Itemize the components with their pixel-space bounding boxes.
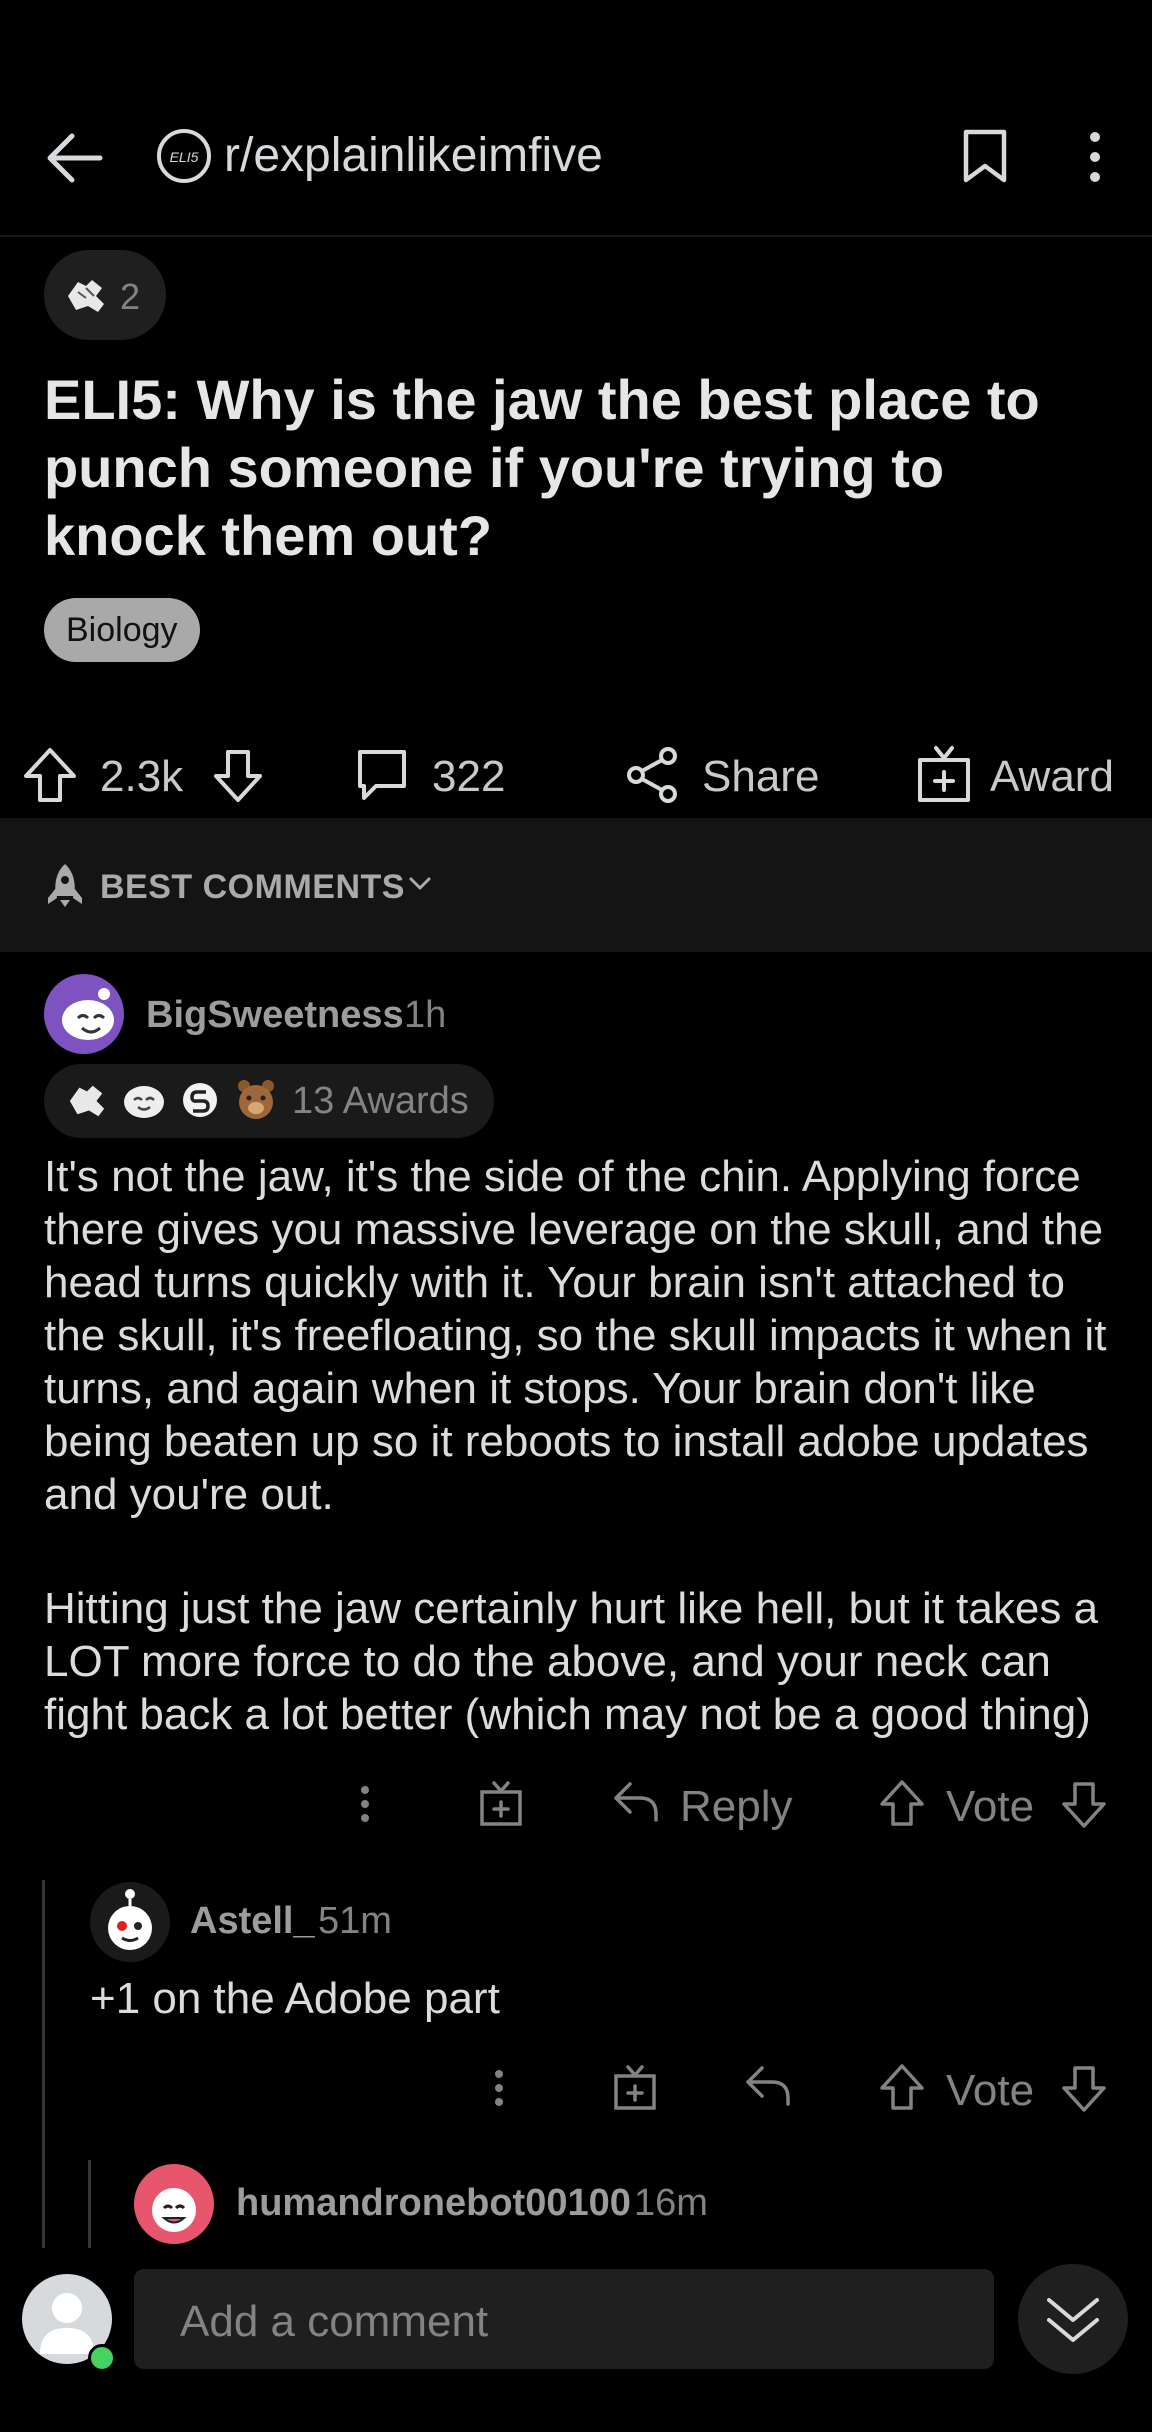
- downvote-icon[interactable]: [1060, 1780, 1108, 1830]
- avatar[interactable]: [90, 1882, 170, 1962]
- more-options-icon[interactable]: [484, 2068, 514, 2108]
- post-flair[interactable]: Biology: [44, 598, 200, 662]
- back-arrow-icon[interactable]: [44, 128, 104, 188]
- post-actions: 2.3k 322 Share Award: [0, 730, 1152, 820]
- comment-paragraph: It's not the jaw, it's the side of the c…: [44, 1152, 1107, 1519]
- upvote-icon[interactable]: [878, 2062, 926, 2112]
- bookmark-icon[interactable]: [962, 128, 1008, 184]
- jump-to-next-button[interactable]: [1018, 2264, 1128, 2374]
- helpful-award-icon: [66, 1080, 108, 1120]
- avatar[interactable]: [44, 974, 124, 1054]
- share-label[interactable]: Share: [702, 752, 819, 802]
- more-options-icon[interactable]: [1080, 130, 1110, 184]
- downvote-icon[interactable]: [212, 748, 264, 804]
- vote-count: 2.3k: [100, 752, 184, 801]
- comment-author[interactable]: BigSweetness: [146, 994, 404, 1037]
- comment-icon[interactable]: [354, 748, 410, 802]
- subreddit-icon[interactable]: ELI5: [156, 128, 212, 184]
- post-title: ELI5: Why is the jaw the best place to p…: [44, 368, 1040, 567]
- double-chevron-down-icon: [1045, 2292, 1101, 2348]
- helpful-award-icon: [64, 274, 108, 316]
- gift-award-icon[interactable]: [916, 744, 972, 804]
- post-awards-pill[interactable]: 2: [44, 250, 166, 340]
- sort-label[interactable]: BEST COMMENTS: [100, 868, 405, 907]
- post-award-count: 2: [120, 276, 141, 317]
- comment-count[interactable]: 322: [432, 752, 505, 802]
- chevron-down-icon[interactable]: [408, 876, 432, 892]
- avatar[interactable]: [134, 2164, 214, 2244]
- comment-author[interactable]: Astell_: [190, 1900, 315, 1943]
- comment-awards-pill[interactable]: 13 Awards: [44, 1064, 494, 1138]
- comment-text: +1 on the Adobe part: [90, 1974, 500, 2023]
- thread-line[interactable]: [88, 2160, 91, 2250]
- wholesome-award-icon: [122, 1080, 166, 1120]
- award-label[interactable]: Award: [990, 752, 1114, 802]
- reply-label[interactable]: Reply: [680, 1782, 793, 1832]
- award-count: 13 Awards: [292, 1080, 469, 1122]
- comment-author[interactable]: humandronebot00100: [236, 2182, 631, 2225]
- share-icon[interactable]: [624, 746, 680, 804]
- comment-paragraph: Hitting just the jaw certainly hurt like…: [44, 1584, 1099, 1739]
- top-bar: ELI5 r/explainlikeimfive: [0, 0, 1152, 237]
- comment-time: 51m: [318, 1900, 392, 1942]
- comment-time: 16m: [634, 2182, 708, 2224]
- vote-label: Vote: [946, 2066, 1035, 2115]
- reply-icon[interactable]: [612, 1780, 660, 1824]
- comment-input[interactable]: Add a comment: [134, 2269, 994, 2369]
- downvote-icon[interactable]: [1060, 2064, 1108, 2114]
- reply-icon[interactable]: [744, 2064, 792, 2108]
- comment-placeholder: Add a comment: [180, 2297, 489, 2346]
- subreddit-icon-text: ELI5: [170, 149, 199, 165]
- thread-line[interactable]: [42, 1880, 45, 2250]
- bear-award-icon: [234, 1076, 278, 1122]
- upvote-icon[interactable]: [878, 1778, 926, 1828]
- upvote-icon[interactable]: [22, 746, 78, 804]
- more-options-icon[interactable]: [350, 1784, 380, 1824]
- silver-award-icon: [180, 1078, 220, 1122]
- gift-award-icon[interactable]: [478, 1780, 524, 1828]
- subreddit-name[interactable]: r/explainlikeimfive: [224, 128, 603, 183]
- online-status-dot: [88, 2344, 116, 2372]
- rocket-icon: [44, 862, 86, 908]
- vote-label: Vote: [946, 1782, 1035, 1831]
- comment-time: 1h: [404, 994, 447, 1036]
- gift-award-icon[interactable]: [612, 2064, 658, 2112]
